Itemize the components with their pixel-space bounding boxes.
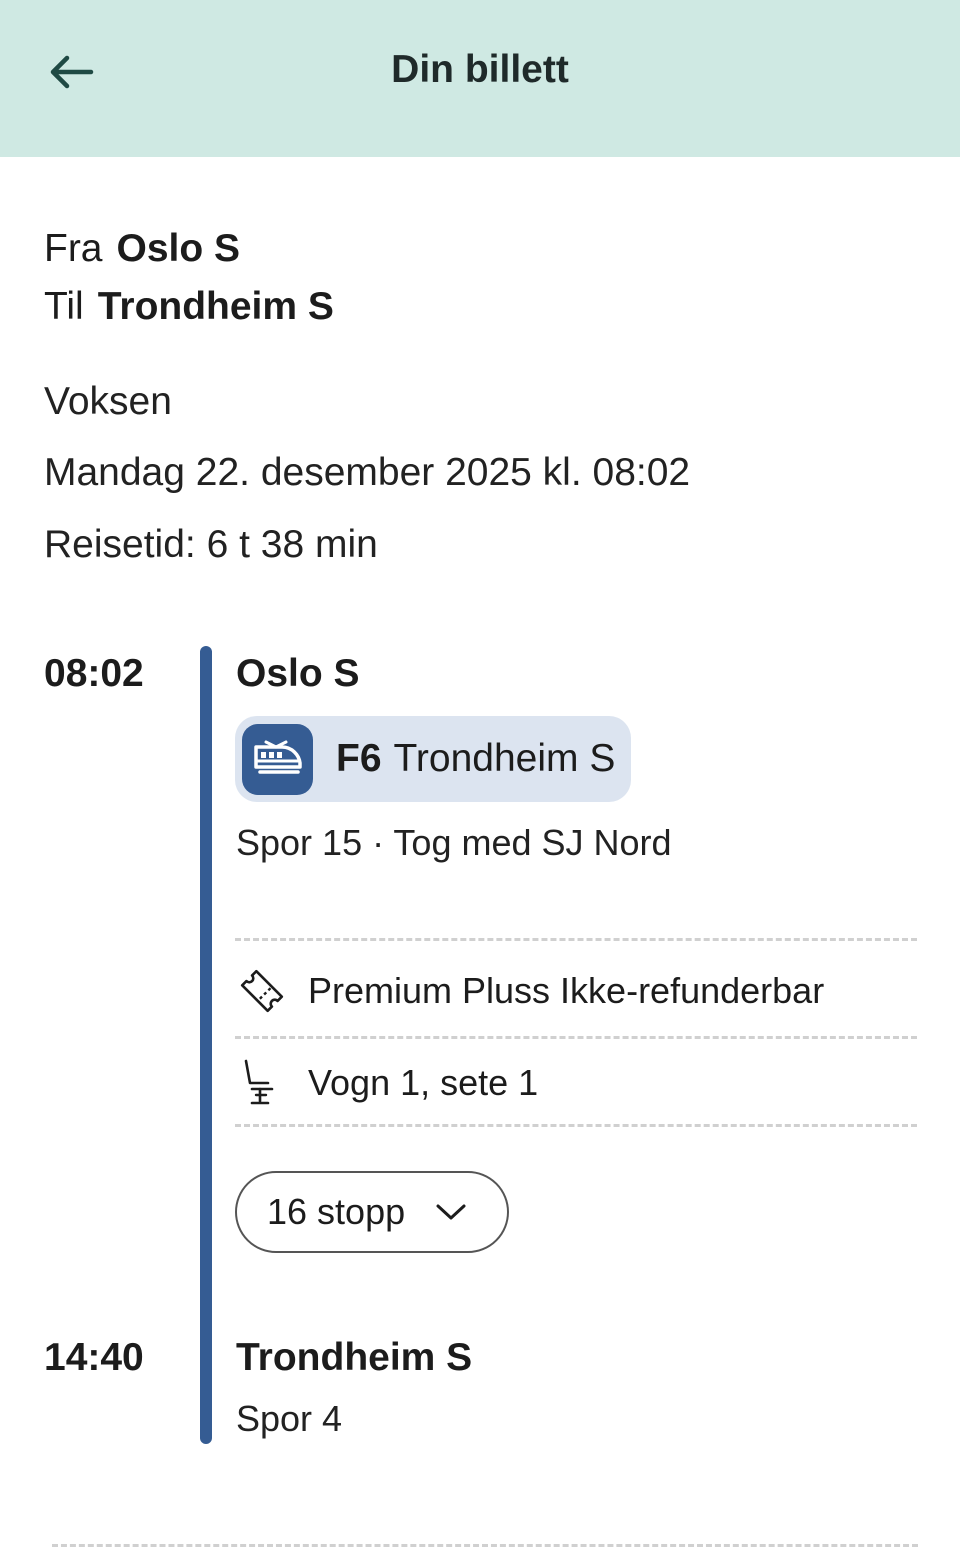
platform-operator: Spor 15 · Tog med SJ Nord [236, 822, 672, 863]
seat-assignment: Vogn 1, sete 1 [308, 1062, 539, 1103]
from-label: Fra [44, 227, 103, 270]
train-destination: Trondheim S [393, 737, 616, 780]
arrival-platform: Spor 4 [236, 1398, 343, 1439]
to-station: Trondheim S [97, 285, 334, 328]
chevron-down-icon [435, 1202, 467, 1222]
travel-time: Reisetid: 6 t 38 min [44, 523, 378, 566]
journey-timeline-bar [200, 646, 212, 1444]
divider [235, 1036, 917, 1039]
arrival-station: Trondheim S [236, 1336, 473, 1379]
train-icon [242, 723, 313, 795]
divider [235, 1124, 917, 1127]
route-summary: Fra Oslo S Til Trondheim S [44, 220, 334, 336]
ticket-type-row: Premium Pluss Ikke-refunderbar [236, 963, 824, 1019]
passenger-type: Voksen [44, 380, 172, 423]
divider [52, 1544, 918, 1547]
ticket-icon [236, 963, 292, 1019]
train-line-code: F6 [336, 737, 382, 780]
from-station: Oslo S [116, 227, 241, 270]
seat-row: Vogn 1, sete 1 [236, 1055, 538, 1111]
departure-datetime: Mandag 22. desember 2025 kl. 08:02 [44, 451, 691, 494]
stops-toggle-button[interactable]: 16 stopp [235, 1171, 509, 1253]
ticket-type: Premium Pluss Ikke-refunderbar [308, 970, 825, 1011]
departure-station: Oslo S [236, 652, 360, 695]
divider [235, 938, 917, 941]
from-row: Fra Oslo S [44, 220, 334, 278]
stops-label: 16 stopp [267, 1191, 406, 1232]
app-header: Din billett [0, 0, 960, 157]
page-title: Din billett [391, 48, 569, 91]
to-row: Til Trondheim S [44, 278, 334, 336]
to-label: Til [44, 285, 84, 328]
train-chip[interactable]: F6 Trondheim S [235, 716, 632, 802]
departure-time: 08:02 [44, 652, 144, 695]
seat-icon [236, 1055, 292, 1111]
arrival-time: 14:40 [44, 1336, 144, 1379]
